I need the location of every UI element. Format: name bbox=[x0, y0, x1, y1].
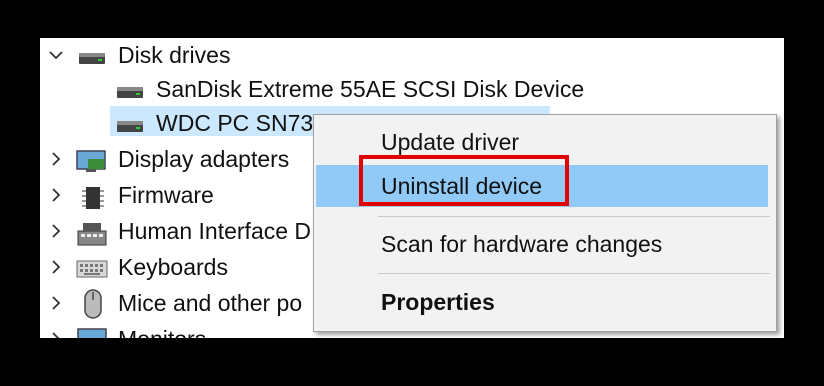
chevron-down-icon[interactable] bbox=[48, 47, 64, 63]
monitor-icon bbox=[77, 328, 107, 338]
chevron-right-icon[interactable] bbox=[48, 187, 64, 203]
keyboard-icon bbox=[76, 260, 108, 278]
category-label: Firmware bbox=[118, 182, 214, 208]
disk-drives-label: Disk drives bbox=[118, 42, 231, 68]
disk-drive-icon bbox=[79, 53, 105, 64]
chevron-right-icon[interactable] bbox=[48, 223, 64, 239]
chevron-right-icon[interactable] bbox=[48, 295, 64, 311]
chevron-right-icon[interactable] bbox=[48, 331, 64, 338]
menu-item-properties[interactable]: Properties bbox=[314, 281, 776, 323]
menu-item-label: Scan for hardware changes bbox=[381, 231, 663, 257]
display-adapter-icon bbox=[76, 150, 106, 172]
highlight-callout-box bbox=[359, 155, 569, 206]
disk-drive-icon bbox=[117, 121, 143, 132]
menu-item-label: Properties bbox=[381, 289, 495, 315]
disk-drive-icon bbox=[117, 87, 143, 98]
context-menu: Update driver Uninstall device Scan for … bbox=[313, 114, 777, 332]
hid-device-icon bbox=[77, 223, 107, 246]
menu-item-scan-hardware[interactable]: Scan for hardware changes bbox=[314, 223, 776, 265]
chevron-right-icon[interactable] bbox=[48, 259, 64, 275]
category-label: Display adapters bbox=[118, 146, 290, 172]
device-label: SanDisk Extreme 55AE SCSI Disk Device bbox=[156, 76, 585, 102]
category-label: Keyboards bbox=[118, 254, 228, 280]
menu-separator bbox=[378, 216, 770, 217]
category-label: Human Interface D bbox=[118, 218, 312, 244]
mouse-icon bbox=[84, 289, 102, 319]
category-label: Mice and other po bbox=[118, 290, 303, 316]
category-label: Monitors bbox=[118, 326, 206, 338]
menu-separator bbox=[378, 273, 770, 274]
chevron-right-icon[interactable] bbox=[48, 151, 64, 167]
tree-item-disk-drives[interactable]: Disk drives bbox=[40, 38, 784, 74]
tree-item-sandisk[interactable]: SanDisk Extreme 55AE SCSI Disk Device bbox=[40, 72, 784, 108]
firmware-chip-icon bbox=[82, 187, 104, 209]
menu-item-label: Update driver bbox=[381, 129, 520, 155]
device-label: WDC PC SN730 bbox=[156, 110, 326, 136]
